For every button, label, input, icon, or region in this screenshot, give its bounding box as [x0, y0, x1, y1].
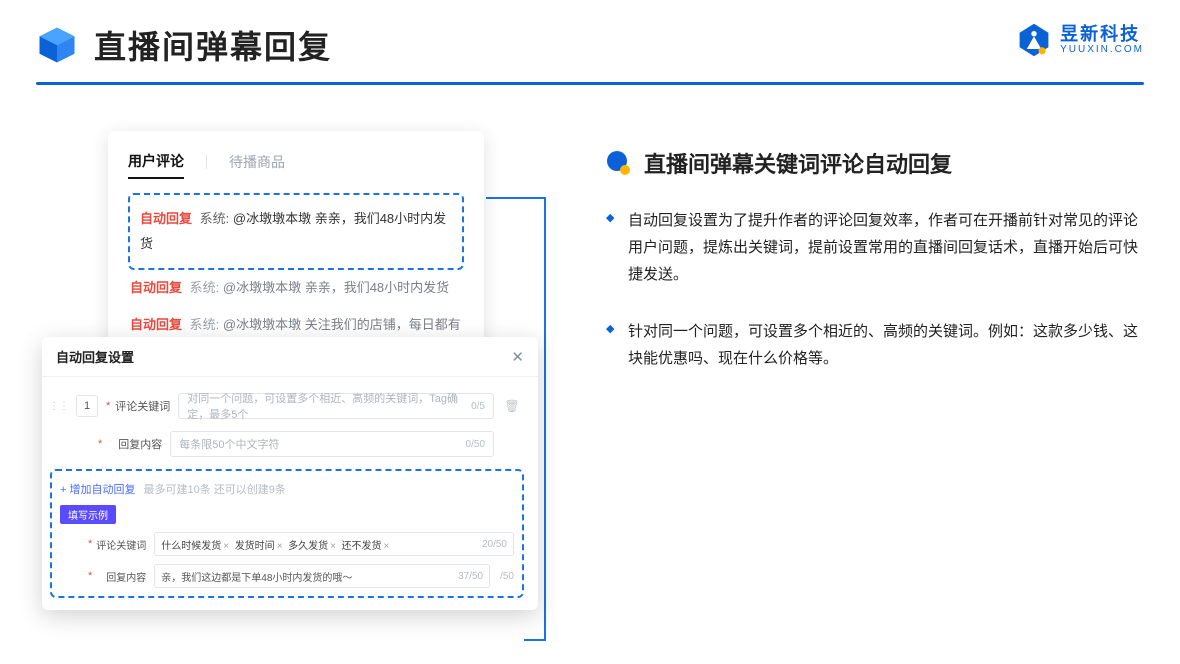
brand: 昱新科技 YUUXIN.COM [1016, 22, 1144, 58]
required-mark: * [106, 400, 110, 412]
tab-user-comments[interactable]: 用户评论 [128, 151, 184, 179]
delete-icon[interactable]: 🗑 [500, 399, 524, 413]
content-label: 回复内容 [106, 436, 162, 452]
keyword-count: 0/5 [471, 401, 485, 412]
brand-domain: YUUXIN.COM [1060, 45, 1144, 55]
example-badge: 填写示例 [60, 505, 116, 524]
example-content-count: 37/50 [458, 571, 483, 582]
auto-reply-settings-modal: 自动回复设置 ✕ ⋮⋮ 1 * 评论关键词 对同一个问题，可设置多个相近、高频的… [42, 337, 538, 610]
bullet-item: 针对同一个问题，可设置多个相近的、高频的关键词。例如：这款多少钱、这块能优惠吗、… [628, 318, 1138, 372]
comment-item: 自动回复 系统: @冰墩墩本墩 亲亲，我们48小时内发货 [128, 270, 464, 307]
keyword-input[interactable]: 对同一个问题，可设置多个相近、高频的关键词，Tag确定，最多5个 0/5 [178, 393, 494, 419]
content-input[interactable]: 每条限50个中文字符 0/50 [170, 431, 494, 457]
page-title: 直播间弹幕回复 [94, 22, 332, 68]
connector-line [524, 639, 546, 641]
tab-pending-products[interactable]: 待播商品 [229, 152, 285, 178]
add-auto-reply-button[interactable]: + 增加自动回复 [60, 481, 135, 497]
modal-title: 自动回复设置 [56, 347, 134, 366]
brand-logo-icon [1016, 22, 1052, 58]
auto-reply-badge: 自动回复 [140, 211, 192, 226]
example-content-input[interactable]: 亲，我们这边都是下单48小时内发货的哦～ 37/50 [154, 564, 490, 588]
example-content-text: 亲，我们这边都是下单48小时内发货的哦～ [161, 569, 352, 584]
tag: 多久发货× [288, 541, 336, 552]
keyword-label: 评论关键词 [114, 398, 170, 414]
connector-line [486, 197, 546, 199]
tag: 什么时候发货× [161, 541, 229, 552]
system-label: 系统: [190, 317, 220, 332]
placeholder-text: 对同一个问题，可设置多个相近、高频的关键词，Tag确定，最多5个 [187, 390, 471, 422]
example-keyword-input[interactable]: 什么时候发货× 发货时间× 多久发货× 还不发货× 20/50 [154, 532, 514, 556]
screenshot-composite: 用户评论 待播商品 自动回复 系统: @冰墩墩本墩 亲亲，我们48小时内发货 自… [42, 131, 550, 611]
close-icon[interactable]: ✕ [511, 348, 524, 366]
system-label: 系统: [190, 280, 220, 295]
system-label: 系统: [200, 211, 230, 226]
required-mark: * [88, 570, 92, 582]
side-count: /50 [500, 571, 514, 582]
required-mark: * [98, 438, 102, 450]
section-title: 直播间弹幕关键词评论自动回复 [644, 147, 952, 179]
brand-name: 昱新科技 [1060, 25, 1144, 43]
content-label: 回复内容 [96, 569, 146, 584]
drag-handle-icon[interactable]: ⋮⋮ [50, 401, 68, 412]
tag: 还不发货× [342, 541, 390, 552]
tab-separator [206, 155, 207, 169]
highlighted-comment: 自动回复 系统: @冰墩墩本墩 亲亲，我们48小时内发货 [128, 193, 464, 270]
cube-icon [36, 24, 78, 66]
example-keyword-count: 20/50 [482, 539, 507, 550]
comment-text: @冰墩墩本墩 亲亲，我们48小时内发货 [223, 280, 449, 295]
add-hint: 最多可建10条 还可以创建9条 [143, 481, 285, 497]
auto-reply-badge: 自动回复 [130, 317, 182, 332]
two-circle-icon [606, 150, 632, 176]
example-highlight: + 增加自动回复 最多可建10条 还可以创建9条 填写示例 * 评论关键词 什么… [50, 469, 524, 598]
bullet-item: 自动回复设置为了提升作者的评论回复效率，作者可在开播前针对常见的评论用户问题，提… [628, 207, 1138, 288]
connector-line [544, 197, 546, 641]
keyword-label: 评论关键词 [96, 537, 146, 552]
auto-reply-badge: 自动回复 [130, 280, 182, 295]
placeholder-text: 每条限50个中文字符 [179, 436, 279, 452]
required-mark: * [88, 538, 92, 550]
rule-index: 1 [76, 395, 98, 417]
tag: 发货时间× [235, 541, 283, 552]
content-count: 0/50 [466, 439, 485, 450]
